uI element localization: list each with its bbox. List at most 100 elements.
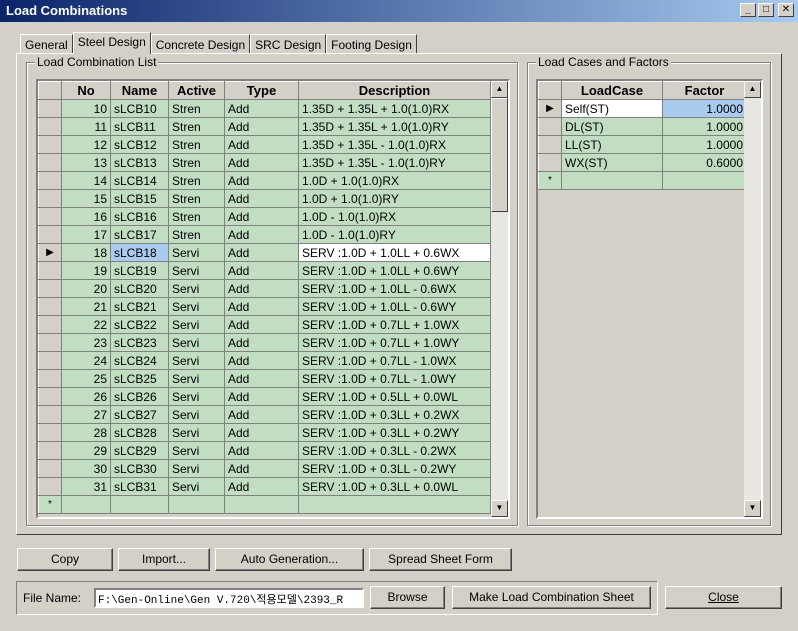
column-header-factor[interactable]: Factor [662,81,747,100]
cell-type[interactable]: Add [224,369,299,388]
tab-src-design[interactable]: SRC Design [250,34,327,54]
close-icon[interactable]: ✕ [778,3,794,17]
row-header[interactable] [538,153,562,172]
cell-type[interactable]: Add [224,135,299,154]
cell-active[interactable]: Stren [168,135,225,154]
cell-description[interactable]: 1.35D + 1.35L - 1.0(1.0)RX [298,135,491,154]
cell-type[interactable]: Add [224,477,299,496]
cell-description[interactable]: SERV :1.0D + 0.3LL - 0.2WX [298,441,491,460]
cell-type[interactable]: Add [224,333,299,352]
row-header[interactable] [38,225,62,244]
cell-active[interactable]: Stren [168,171,225,190]
row-header[interactable] [38,333,62,352]
spread-sheet-form-button[interactable]: Spread Sheet Form [369,548,512,571]
cell-name[interactable]: sLCB11 [110,117,169,136]
cell-type[interactable]: Add [224,459,299,478]
cell-active[interactable]: Servi [168,351,225,370]
table-row[interactable]: 28 sLCB28 Servi Add SERV :1.0D + 0.3LL + 0.2… [38,423,491,442]
cell-factor[interactable]: 1.0000 [662,135,747,154]
tab-steel-design[interactable]: Steel Design [72,32,151,54]
cell-name[interactable]: sLCB20 [110,279,169,298]
cell-active[interactable] [168,495,225,514]
auto-generation-button[interactable]: Auto Generation... [215,548,364,571]
tab-footing-design[interactable]: Footing Design [326,34,417,54]
close-button[interactable]: Close [665,586,782,609]
row-header[interactable]: ▶ [38,243,62,262]
table-row[interactable]: ▶ Self(ST) 1.0000 [538,99,747,118]
cell-name[interactable]: sLCB21 [110,297,169,316]
cell-name[interactable]: sLCB30 [110,459,169,478]
cell-name[interactable]: sLCB24 [110,351,169,370]
table-row[interactable]: 23 sLCB23 Servi Add SERV :1.0D + 0.7LL + 1.0… [38,333,491,352]
cell-active[interactable]: Servi [168,387,225,406]
cell-no[interactable]: 26 [61,387,111,406]
cell-description[interactable]: SERV :1.0D + 1.0LL + 0.6WX [298,243,491,262]
cell-name[interactable]: sLCB26 [110,387,169,406]
row-header[interactable]: ▶ [538,99,562,118]
import-button[interactable]: Import... [118,548,210,571]
cell-no[interactable]: 19 [61,261,111,280]
cell-type[interactable]: Add [224,423,299,442]
cell-active[interactable]: Stren [168,207,225,226]
row-header[interactable] [38,387,62,406]
scroll-up-icon[interactable]: ▲ [491,81,508,98]
cell-type[interactable]: Add [224,117,299,136]
cell-no[interactable]: 24 [61,351,111,370]
row-header[interactable] [38,153,62,172]
column-header-no[interactable]: No [61,81,111,100]
copy-button[interactable]: Copy [17,548,113,571]
table-row[interactable]: 22 sLCB22 Servi Add SERV :1.0D + 0.7LL + 1.0… [38,315,491,334]
cell-active[interactable]: Stren [168,225,225,244]
cell-no[interactable] [61,495,111,514]
row-header[interactable] [38,171,62,190]
table-row[interactable]: 25 sLCB25 Servi Add SERV :1.0D + 0.7LL - 1.0… [38,369,491,388]
cell-active[interactable]: Servi [168,315,225,334]
load-cases-grid[interactable]: LoadCase Factor ▶ Self(ST) 1.0000 DL(ST) 1.0… [536,79,763,519]
cell-description[interactable]: SERV :1.0D + 0.3LL + 0.2WY [298,423,491,442]
cell-type[interactable]: Add [224,315,299,334]
column-header-name[interactable]: Name [110,81,169,100]
cell-no[interactable]: 18 [61,243,111,262]
row-header[interactable] [38,297,62,316]
cell-no[interactable]: 29 [61,441,111,460]
cell-active[interactable]: Servi [168,369,225,388]
column-header-description[interactable]: Description [298,81,491,100]
cell-name[interactable]: sLCB25 [110,369,169,388]
table-row[interactable]: 11 sLCB11 Stren Add 1.35D + 1.35L + 1.0(1.0)… [38,117,491,136]
cell-type[interactable]: Add [224,153,299,172]
row-header[interactable] [38,189,62,208]
cell-loadcase[interactable] [561,171,663,190]
table-row[interactable]: 19 sLCB19 Servi Add SERV :1.0D + 1.0LL + 0.6… [38,261,491,280]
cell-no[interactable]: 22 [61,315,111,334]
cell-description[interactable]: SERV :1.0D + 0.3LL + 0.0WL [298,477,491,496]
cell-description[interactable]: 1.0D + 1.0(1.0)RY [298,189,491,208]
row-header[interactable] [38,405,62,424]
cell-type[interactable]: Add [224,99,299,118]
cell-no[interactable]: 12 [61,135,111,154]
column-header-type[interactable]: Type [224,81,299,100]
new-row[interactable]: * [38,495,491,514]
load-cases-scrollbar[interactable]: ▲ ▼ [744,81,761,517]
table-row[interactable]: 14 sLCB14 Stren Add 1.0D + 1.0(1.0)RX [38,171,491,190]
row-header[interactable] [38,315,62,334]
cell-description[interactable]: SERV :1.0D + 0.3LL - 0.2WY [298,459,491,478]
cell-active[interactable]: Servi [168,261,225,280]
tab-general[interactable]: General [20,34,73,54]
cell-description[interactable]: 1.35D + 1.35L + 1.0(1.0)RX [298,99,491,118]
row-header[interactable] [38,351,62,370]
row-header[interactable] [38,279,62,298]
tab-concrete-design[interactable]: Concrete Design [150,34,251,54]
cell-description[interactable] [298,495,491,514]
cell-name[interactable]: sLCB17 [110,225,169,244]
cell-name[interactable]: sLCB28 [110,423,169,442]
cell-loadcase[interactable]: WX(ST) [561,153,663,172]
scroll-up-icon[interactable]: ▲ [744,81,761,98]
cell-name[interactable]: sLCB12 [110,135,169,154]
table-row[interactable]: 29 sLCB29 Servi Add SERV :1.0D + 0.3LL - 0.2… [38,441,491,460]
cell-no[interactable]: 31 [61,477,111,496]
cell-name[interactable]: sLCB14 [110,171,169,190]
file-name-field[interactable]: F:\Gen-Online\Gen V.720\적용모델\2393_R [94,588,364,608]
cell-no[interactable]: 13 [61,153,111,172]
cell-type[interactable]: Add [224,189,299,208]
cell-type[interactable]: Add [224,279,299,298]
